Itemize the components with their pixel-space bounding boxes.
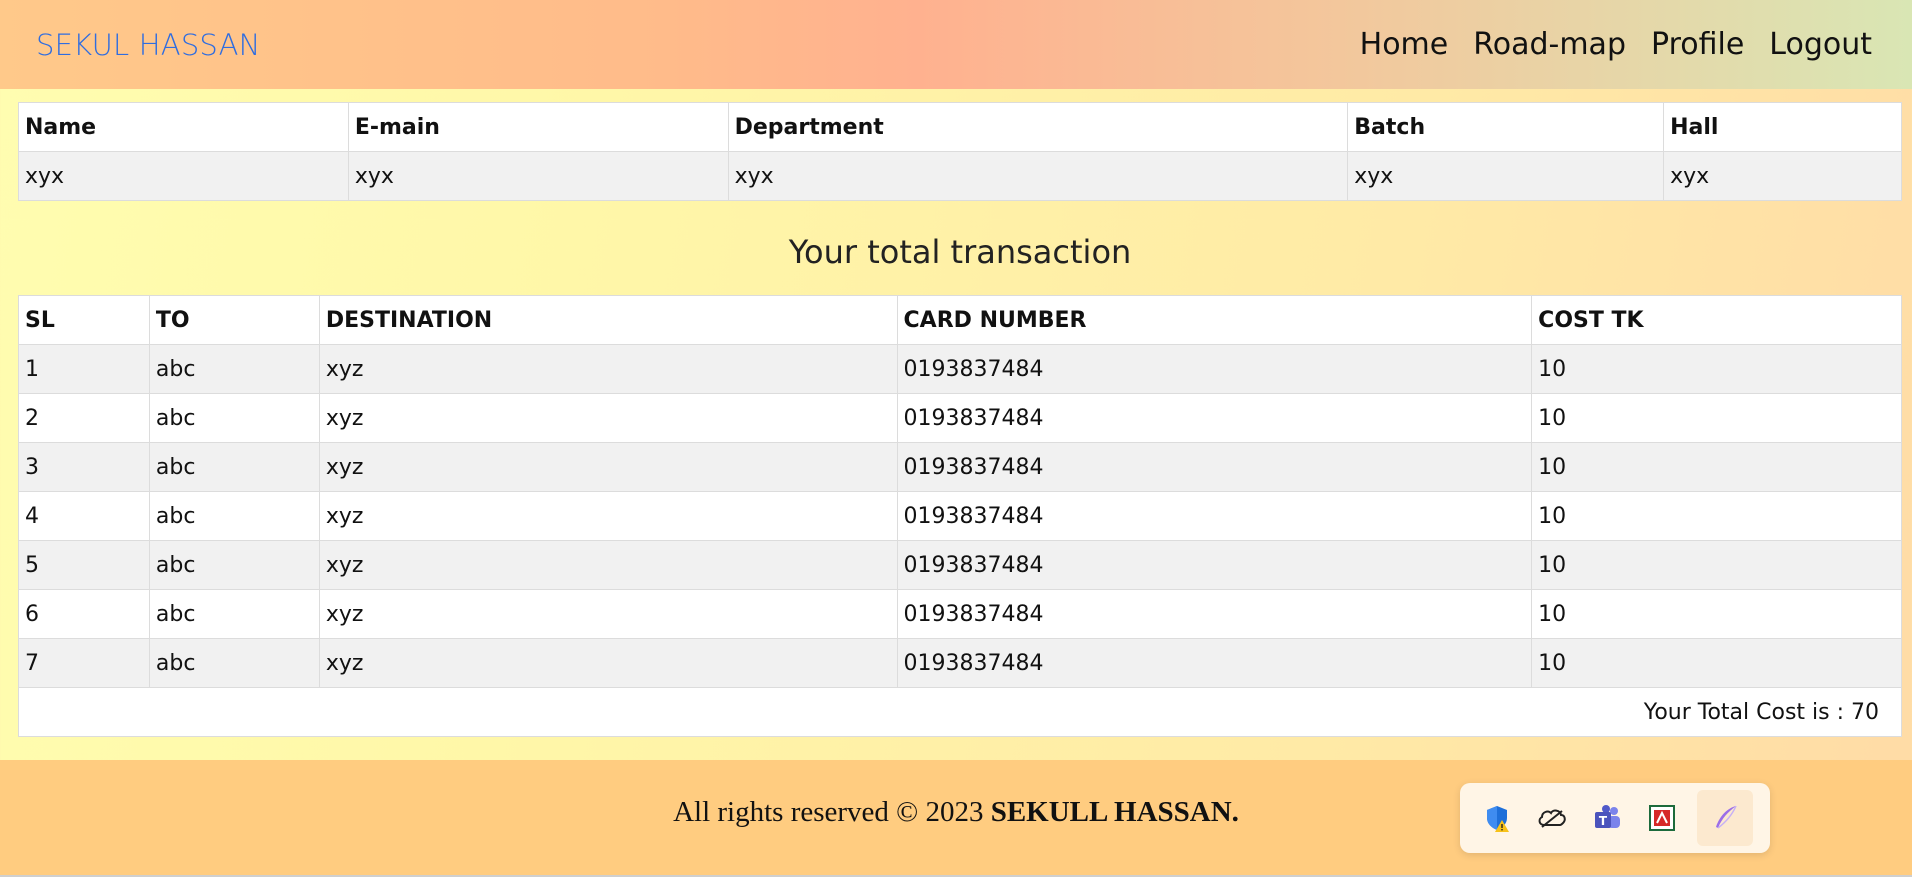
header-card-number: CARD NUMBER [896, 295, 1533, 345]
table-row: 4 abc xyz 0193837484 10 [18, 491, 1902, 541]
cell-sl: 5 [18, 540, 150, 590]
cell-card-number: 0193837484 [896, 540, 1533, 590]
table-row: 7 abc xyz 0193837484 10 [18, 638, 1902, 688]
footer-copyright: All rights reserved © 2023 [673, 796, 991, 828]
header-hall: Hall [1663, 102, 1902, 152]
total-cost-text: Your Total Cost is : 70 [18, 687, 1902, 737]
cell-sl: 3 [18, 442, 150, 492]
transaction-body: 1 abc xyz 0193837484 10 2 abc xyz 0193837484 10 3 a… [18, 344, 1902, 688]
cell-cost: 10 [1531, 442, 1902, 492]
cell-to: abc [148, 540, 320, 590]
cell-cost: 10 [1531, 491, 1902, 541]
cell-card-number: 0193837484 [896, 442, 1533, 492]
cell-sl: 7 [18, 638, 150, 688]
header-department: Department [727, 102, 1349, 152]
cell-card-number: 0193837484 [896, 344, 1533, 394]
profile-table: Name E-main Department Batch Hall xyx xy… [18, 102, 1902, 201]
cell-card-number: 0193837484 [896, 589, 1533, 639]
cell-to: abc [148, 638, 320, 688]
cell-cost: 10 [1531, 638, 1902, 688]
onedrive-offline-icon[interactable] [1532, 798, 1572, 838]
transaction-title: Your total transaction [788, 233, 1132, 271]
profile-data-row: xyx xyx xyx xyx xyx [18, 151, 1902, 201]
cell-to: abc [148, 393, 320, 443]
cell-destination: xyz [318, 589, 898, 639]
cell-destination: xyz [318, 540, 898, 590]
cell-cost: 10 [1531, 393, 1902, 443]
cell-sl: 1 [18, 344, 150, 394]
navbar: SEKUL HASSAN Home Road-map Profile Logou… [0, 0, 1912, 89]
nav-profile-link[interactable]: Profile [1651, 27, 1744, 62]
cell-to: abc [148, 442, 320, 492]
teams-icon[interactable]: T [1587, 798, 1627, 838]
footer-owner-name: SEKULL HASSAN. [990, 796, 1239, 828]
cell-destination: xyz [318, 491, 898, 541]
cell-to: abc [148, 491, 320, 541]
cell-sl: 4 [18, 491, 150, 541]
nav-home-link[interactable]: Home [1360, 27, 1449, 62]
pen-feather-icon[interactable] [1696, 790, 1753, 846]
svg-text:T: T [1599, 814, 1608, 828]
transaction-table: SL TO DESTINATION CARD NUMBER COST TK 1a… [18, 295, 1902, 737]
system-tray-popup: T [1460, 783, 1770, 853]
pdf-app-icon[interactable] [1642, 798, 1682, 838]
cell-destination: xyz [318, 638, 898, 688]
cell-card-number: 0193837484 [896, 393, 1533, 443]
header-to: TO [148, 295, 320, 345]
header-batch: Batch [1347, 102, 1665, 152]
cell-destination: xyz [318, 393, 898, 443]
nav-roadmap-link[interactable]: Road-map [1473, 27, 1626, 62]
cell-email: xyx [347, 151, 729, 201]
cell-batch: xyx [1347, 151, 1665, 201]
cell-sl: 6 [18, 589, 150, 639]
cell-to: abc [148, 344, 320, 394]
header-destination: DESTINATION [318, 295, 898, 345]
table-row: 3 abc xyz 0193837484 10 [18, 442, 1902, 492]
nav-links: Home Road-map Profile Logout [1335, 27, 1872, 62]
cell-cost: 10 [1531, 344, 1902, 394]
table-row: 2 abc xyz 0193837484 10 [18, 393, 1902, 443]
cell-card-number: 0193837484 [896, 491, 1533, 541]
cell-card-number: 0193837484 [896, 638, 1533, 688]
table-row: 5 abc xyz 0193837484 10 [18, 540, 1902, 590]
cell-to: abc [148, 589, 320, 639]
table-row: 1 abc xyz 0193837484 10 [18, 344, 1902, 394]
cell-department: xyx [727, 151, 1349, 201]
header-cost: COST TK [1531, 295, 1902, 345]
header-sl: SL [18, 295, 150, 345]
profile-header-row: Name E-main Department Batch Hall [18, 102, 1902, 152]
defender-warning-icon[interactable] [1477, 798, 1517, 838]
cell-cost: 10 [1531, 589, 1902, 639]
cell-cost: 10 [1531, 540, 1902, 590]
cell-sl: 2 [18, 393, 150, 443]
cell-destination: xyz [318, 442, 898, 492]
cell-name: xyx [18, 151, 349, 201]
total-row: Your Total Cost is : 70 [18, 687, 1902, 737]
transaction-header-row: SL TO DESTINATION CARD NUMBER COST TK [18, 295, 1902, 345]
header-email: E-main [347, 102, 729, 152]
cell-destination: xyz [318, 344, 898, 394]
nav-logout-link[interactable]: Logout [1769, 27, 1872, 62]
header-name: Name [18, 102, 349, 152]
brand-link[interactable]: SEKUL HASSAN [36, 28, 261, 62]
table-row: 6 abc xyz 0193837484 10 [18, 589, 1902, 639]
cell-hall: xyx [1663, 151, 1902, 201]
